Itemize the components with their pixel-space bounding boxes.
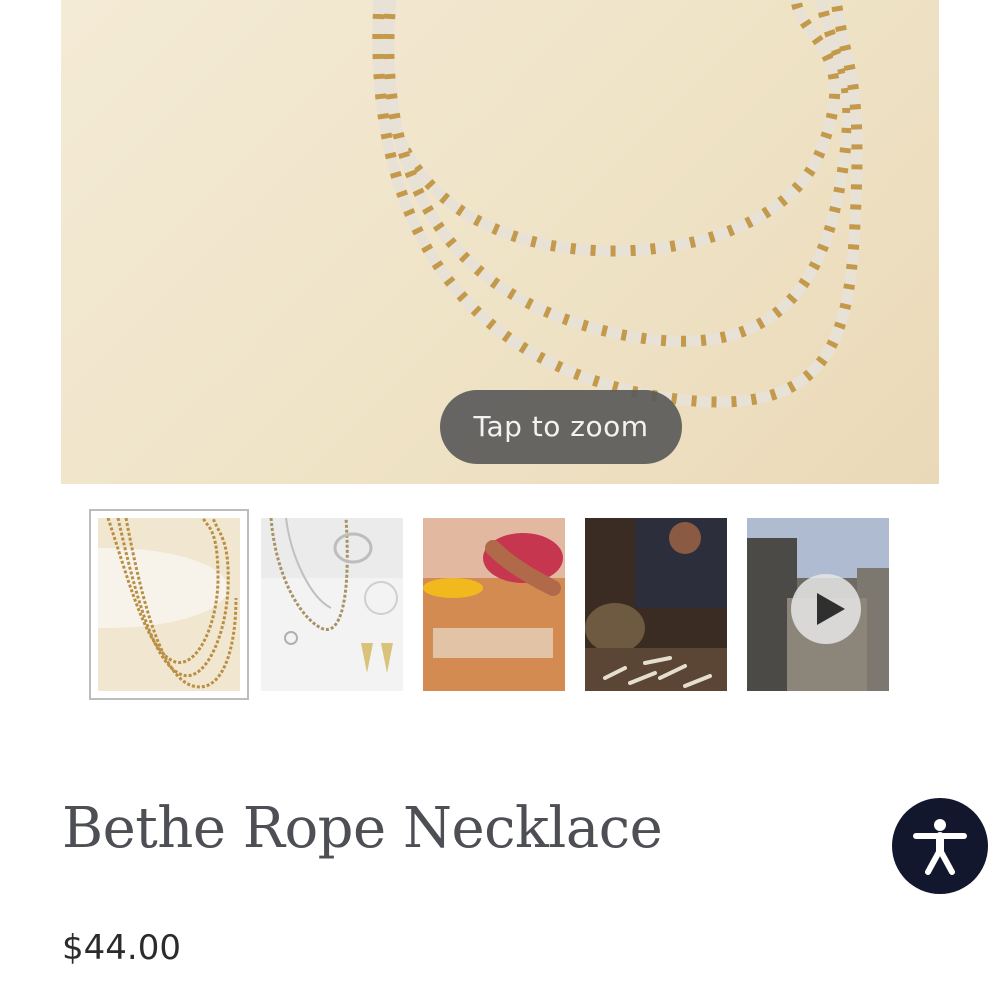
thumbnail-jewelry-collection[interactable] — [261, 518, 403, 691]
thumbnail-strip — [88, 508, 908, 703]
tap-to-zoom-hint[interactable]: Tap to zoom — [440, 390, 682, 464]
thumbnail-artisan-hands[interactable] — [423, 518, 565, 691]
accessibility-button[interactable] — [892, 798, 988, 894]
thumbnail-video[interactable] — [747, 518, 889, 691]
product-main-image[interactable]: Tap to zoom — [61, 0, 939, 484]
product-price: $44.00 — [62, 928, 181, 968]
thumbnail-artisan-workbench[interactable] — [585, 518, 727, 691]
product-title: Bethe Rope Necklace — [62, 796, 663, 861]
accessibility-person-icon — [913, 819, 967, 875]
play-icon[interactable] — [791, 574, 861, 644]
thumbnail-necklace-on-wall[interactable] — [89, 509, 249, 700]
